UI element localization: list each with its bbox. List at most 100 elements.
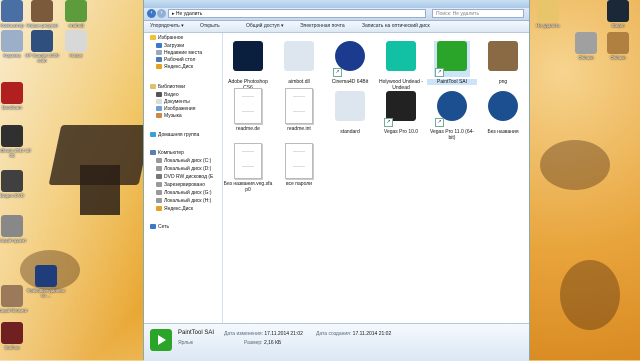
shortcut-icon bbox=[1, 0, 23, 22]
desktop-icon-label: Не удалить bbox=[536, 23, 560, 28]
address-input[interactable]: ▸ Не удалить bbox=[168, 9, 426, 18]
yadisk-icon bbox=[156, 206, 162, 212]
desktop-icon[interactable]: Bandicam bbox=[0, 82, 32, 110]
nav-item-yadisk[interactable]: Яндекс.Диск bbox=[156, 64, 193, 71]
nav-computer[interactable]: Компьютер bbox=[150, 150, 184, 157]
desktop-icon[interactable]: Steam bbox=[598, 0, 638, 28]
search-input[interactable]: Поиск: Не удалить bbox=[432, 9, 524, 18]
drive-icon bbox=[156, 198, 162, 204]
file-item[interactable]: Adobe Photoshop CS6 bbox=[223, 38, 273, 91]
navigation-pane: Избранное Загрузки Недавние места Рабочи… bbox=[144, 33, 223, 323]
shortcut-icon bbox=[1, 125, 23, 147]
file-item[interactable]: png bbox=[478, 38, 528, 85]
desktop-icon[interactable]: Новый проект bbox=[0, 215, 32, 243]
file-item[interactable]: Holywood Undead - Undead bbox=[376, 38, 426, 91]
file-item[interactable]: readme.int bbox=[274, 88, 324, 132]
window-titlebar[interactable] bbox=[144, 0, 529, 8]
painttool-icon bbox=[150, 329, 172, 351]
file-item[interactable]: ↗ Cinema4D 64Bit bbox=[325, 38, 375, 85]
desktop-icon[interactable]: Видео DVD bbox=[0, 170, 32, 198]
desktop-icon-label: Новое bbox=[69, 53, 83, 58]
share-button[interactable]: Общий доступ ▾ bbox=[246, 23, 284, 29]
file-item[interactable]: Без названия.veg.sfa p0 bbox=[223, 143, 273, 193]
shortcut-icon bbox=[65, 30, 87, 52]
shortcut-icon bbox=[575, 32, 597, 54]
video-icon bbox=[156, 92, 162, 98]
file-item[interactable]: все пароли bbox=[274, 143, 324, 187]
desktop-icon[interactable]: Не удалить bbox=[528, 0, 568, 28]
nav-item-yadisk-2[interactable]: Яндекс.Диск bbox=[156, 206, 193, 213]
file-item[interactable]: ↗ Vegas Pro 11.0 (64-bit) bbox=[427, 88, 477, 141]
mp3-icon bbox=[383, 41, 419, 77]
shortcut-arrow-icon: ↗ bbox=[435, 118, 444, 127]
file-name: standard bbox=[340, 129, 360, 135]
nav-item-documents[interactable]: Документы bbox=[156, 99, 190, 106]
file-name: Cinema4D 64Bit bbox=[331, 79, 369, 85]
desktop-icon[interactable]: Android bbox=[56, 0, 96, 28]
nav-network[interactable]: Сеть bbox=[150, 224, 169, 231]
details-file-name: PaintTool SAI bbox=[178, 330, 215, 336]
nav-item-pictures[interactable]: Изображения bbox=[156, 106, 195, 113]
shortcut-icon bbox=[537, 0, 559, 22]
explorer-window: ‹ › ▸ Не удалить Поиск: Не удалить Упоря… bbox=[143, 0, 530, 361]
settings-gear-icon bbox=[332, 91, 368, 127]
back-arrow-icon[interactable]: ‹ bbox=[147, 9, 156, 18]
nav-item-reserved[interactable]: Зарезервировано bbox=[156, 182, 205, 189]
shortcut-icon bbox=[31, 0, 53, 22]
computer-icon bbox=[150, 150, 156, 156]
details-pane: PaintTool SAI Ярлык Дата изменения: 17.1… bbox=[144, 323, 529, 361]
shortcut-icon bbox=[35, 265, 57, 287]
shortcut-icon bbox=[1, 170, 23, 192]
file-item[interactable]: readme.de bbox=[223, 88, 273, 132]
drive-icon bbox=[156, 166, 162, 172]
file-item[interactable]: aimbot.dll bbox=[274, 38, 324, 85]
nav-item-dvd[interactable]: DVD RW дисковод (E bbox=[156, 174, 213, 181]
file-item[interactable]: standard bbox=[325, 88, 375, 135]
file-name: png bbox=[498, 79, 508, 85]
desktop-icon[interactable]: Облако bbox=[598, 32, 638, 60]
nav-item-downloads[interactable]: Загрузки bbox=[156, 43, 184, 50]
desktop-icon[interactable]: Новое bbox=[56, 30, 96, 58]
nav-item-music[interactable]: Музыка bbox=[156, 113, 182, 120]
text-document-icon bbox=[230, 143, 266, 179]
shortcut-icon bbox=[31, 30, 53, 52]
painttool-icon: ↗ bbox=[434, 41, 470, 77]
shortcut-arrow-icon: ↗ bbox=[333, 68, 342, 77]
file-name: Vegas Pro 11.0 (64-bit) bbox=[429, 129, 475, 141]
cinema4d-icon: ↗ bbox=[332, 41, 368, 77]
desktop-icon[interactable]: Bandicam 2014 10 05 bbox=[0, 125, 32, 158]
details-created: Дата создания: 17.11.2014 21:02 bbox=[316, 331, 392, 337]
file-item[interactable]: ↗ Vegas Pro 10.0 bbox=[376, 88, 426, 135]
recent-icon bbox=[156, 50, 162, 56]
nav-homegroup[interactable]: Домашняя группа bbox=[150, 132, 199, 139]
nav-favorites[interactable]: Избранное bbox=[150, 35, 183, 42]
address-bar-area: ‹ › ▸ Не удалить Поиск: Не удалить bbox=[144, 8, 529, 21]
nav-item-drive-d[interactable]: Локальный диск (D:) bbox=[156, 166, 211, 173]
nav-item-drive-c[interactable]: Локальный диск (C:) bbox=[156, 158, 211, 165]
burn-disc-button[interactable]: Записать на оптический диск bbox=[362, 23, 430, 29]
organize-button[interactable]: Упорядочить ▾ bbox=[150, 23, 184, 29]
wallpaper-blotch bbox=[560, 260, 620, 330]
forward-arrow-icon[interactable]: › bbox=[157, 9, 166, 18]
details-modified: Дата изменения: 17.11.2014 21:02 bbox=[224, 331, 303, 337]
file-item[interactable]: Без названия bbox=[478, 88, 528, 135]
nav-item-video[interactable]: Видео bbox=[156, 92, 179, 99]
open-button[interactable]: Открыть bbox=[200, 23, 220, 29]
file-item[interactable]: ↗ PaintTool SAI bbox=[427, 38, 477, 85]
shortcut-icon bbox=[65, 0, 87, 22]
desktop-icon bbox=[156, 57, 162, 63]
nav-item-desktop[interactable]: Рабочий стол bbox=[156, 57, 195, 64]
details-size: Размер: 2,16 КБ bbox=[244, 340, 282, 346]
drive-icon bbox=[156, 158, 162, 164]
desktop-icon[interactable]: Stuff.se bbox=[0, 322, 32, 350]
nav-libraries[interactable]: Библиотеки bbox=[150, 84, 185, 91]
nav-item-drive-g[interactable]: Локальный диск (G:) bbox=[156, 190, 212, 197]
desktop-icon[interactable]: Фейковые данные по ... bbox=[26, 265, 66, 298]
nav-item-recent[interactable]: Недавние места bbox=[156, 50, 202, 57]
email-button[interactable]: Электронная почта bbox=[300, 23, 345, 29]
text-document-icon bbox=[281, 143, 317, 179]
file-name: readme.int bbox=[287, 126, 311, 132]
nav-item-drive-h[interactable]: Локальный диск (H:) bbox=[156, 198, 211, 205]
wallpaper-rifle-stock bbox=[80, 165, 120, 215]
drive-icon bbox=[156, 182, 162, 188]
